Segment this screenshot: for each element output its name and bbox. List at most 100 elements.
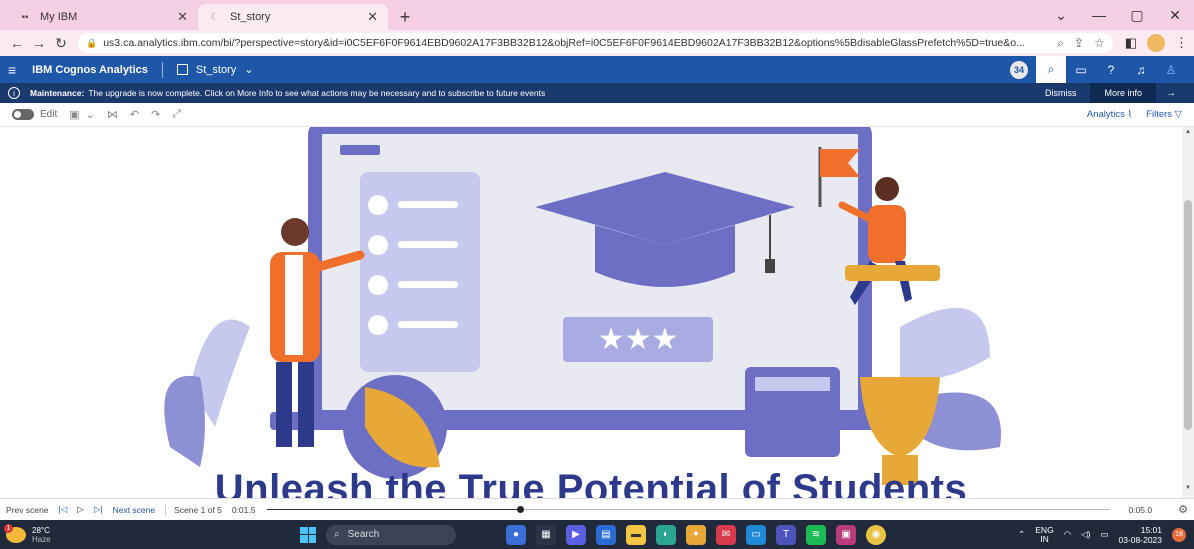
dismiss-button[interactable]: Dismiss: [1031, 88, 1091, 98]
scroll-up-icon[interactable]: ▲: [1184, 129, 1192, 135]
end-time: 0:05.0: [1128, 504, 1153, 515]
weather-widget[interactable]: 28°C Haze: [4, 523, 51, 544]
undo-icon[interactable]: ↶: [130, 108, 139, 121]
teams-icon[interactable]: T: [776, 524, 796, 545]
tab-my-ibm[interactable]: ▪▪ My IBM ✕: [8, 4, 198, 30]
user-badge[interactable]: 34: [1010, 60, 1028, 79]
browser-extensions: ◧ ⋮: [1125, 34, 1188, 52]
list-bullet: [368, 275, 388, 295]
browser-menu-icon[interactable]: ⋮: [1175, 35, 1188, 51]
restore-icon[interactable]: ▢: [1118, 7, 1156, 24]
tab-title: My IBM: [40, 11, 78, 23]
list-line: [398, 241, 458, 248]
search-icon[interactable]: ⌕: [1036, 56, 1066, 83]
filters-button[interactable]: Filters ▽: [1146, 109, 1182, 120]
play-icon[interactable]: ▷: [77, 504, 84, 515]
ibm-icon: ▪▪: [21, 11, 29, 23]
photos-icon[interactable]: ▣: [836, 524, 856, 545]
reload-icon[interactable]: ↻: [50, 35, 72, 52]
arrow-right-icon[interactable]: →: [1156, 88, 1186, 99]
bookmark-star-icon[interactable]: ☆: [1094, 36, 1105, 50]
help-icon[interactable]: ?: [1096, 56, 1126, 83]
stars-icon: ★★★: [598, 322, 679, 357]
battery-icon[interactable]: ▭: [1100, 529, 1108, 540]
back-icon[interactable]: ←: [6, 35, 28, 51]
story-switcher[interactable]: St_story ⌄: [176, 63, 253, 76]
folder-icon[interactable]: ▬: [626, 524, 646, 545]
lock-icon: 🔒: [86, 37, 98, 48]
address-bar-row: ← → ↻ 🔒 us3.ca.analytics.ibm.com/bi/?per…: [0, 30, 1194, 56]
canvas-scrollbar[interactable]: ▲ ▼: [1182, 127, 1194, 498]
prev-scene-button[interactable]: Prev scene: [6, 505, 49, 515]
region-code: IN: [1040, 533, 1049, 544]
task-view-icon[interactable]: ▦: [536, 524, 556, 545]
list-line: [398, 281, 458, 288]
clock-date: 03-08-2023: [1118, 534, 1162, 545]
browser-tab-strip: ▪▪ My IBM ✕ ☾ St_story ✕ + ⌄ — ▢ ✕: [0, 0, 1194, 30]
edge-icon[interactable]: ◐: [656, 524, 676, 545]
chrome-icon[interactable]: ◉: [866, 524, 886, 545]
zoom-icon[interactable]: ⌕: [1057, 36, 1064, 51]
share-icon[interactable]: ⇪: [1074, 36, 1084, 50]
url-field[interactable]: 🔒 us3.ca.analytics.ibm.com/bi/?perspecti…: [78, 33, 1113, 53]
weather-icon: [4, 523, 26, 543]
chevron-up-icon[interactable]: ⌃: [1018, 529, 1025, 540]
chat-icon[interactable]: ▭: [1066, 56, 1096, 83]
url-text: us3.ca.analytics.ibm.com/bi/?perspective…: [103, 37, 1025, 49]
whiteboard-icon[interactable]: ▭: [746, 524, 766, 545]
maintenance-banner: i Maintenance: The upgrade is now comple…: [0, 83, 1194, 103]
video-call-icon[interactable]: ▶: [566, 524, 586, 545]
scroll-thumb[interactable]: [1184, 200, 1192, 430]
settings-gear-icon[interactable]: ⚙: [1178, 503, 1188, 516]
profile-avatar[interactable]: [1147, 34, 1165, 52]
trophy-icon: [860, 377, 940, 457]
more-info-button[interactable]: More info: [1090, 83, 1156, 103]
forward-icon[interactable]: →: [28, 35, 50, 51]
app-icon[interactable]: ●: [506, 524, 526, 545]
clock-time: 15:01: [1140, 524, 1162, 535]
user-profile-icon[interactable]: ♙: [1156, 56, 1186, 83]
redo-icon[interactable]: ↷: [151, 108, 160, 121]
clock[interactable]: 15:01 03-08-2023: [1119, 525, 1162, 545]
tab-st-story[interactable]: ☾ St_story ✕: [198, 4, 388, 30]
windows-start-icon[interactable]: [300, 526, 316, 543]
timeline-handle[interactable]: [517, 506, 525, 513]
volume-icon[interactable]: ◁): [1081, 529, 1090, 540]
sidepanel-icon[interactable]: ◧: [1125, 35, 1137, 51]
scroll-down-icon[interactable]: ▼: [1184, 485, 1192, 491]
edit-toggle[interactable]: [12, 109, 34, 120]
close-tab-icon[interactable]: ✕: [367, 9, 378, 25]
share-icon[interactable]: ⋈: [107, 108, 118, 121]
close-tab-icon[interactable]: ✕: [177, 9, 188, 25]
skip-forward-icon[interactable]: ▷|: [94, 504, 103, 515]
chevron-down-icon[interactable]: ⌄: [1042, 7, 1080, 24]
timeline-slider[interactable]: [267, 506, 1111, 513]
hamburger-menu-icon[interactable]: ≡: [8, 62, 16, 78]
close-window-icon[interactable]: ✕: [1156, 7, 1194, 24]
taskbar-apps: ⌕ Search ● ▦ ▶ ▤ ▬ ◐ ✦ ✉ ▭ T ≋ ▣ ◉: [300, 520, 886, 549]
woman-head: [875, 177, 899, 201]
language-indicator[interactable]: ENG IN: [1035, 525, 1053, 544]
wifi-icon[interactable]: ◠: [1064, 529, 1071, 540]
ledge-shape: [845, 265, 940, 281]
notifications-badge[interactable]: 18: [1172, 527, 1186, 542]
layout-icon[interactable]: ▣: [69, 108, 79, 121]
info-icon: i: [8, 87, 20, 99]
weather-condition: Haze: [32, 534, 51, 544]
expand-icon[interactable]: ⤢: [172, 108, 181, 121]
chrome-canary-icon[interactable]: ✦: [686, 524, 706, 545]
man-leg: [276, 362, 292, 447]
taskbar-search[interactable]: ⌕ Search: [326, 524, 456, 545]
chevron-down-icon[interactable]: ⌄: [86, 108, 95, 121]
mail-icon[interactable]: ✉: [716, 524, 736, 545]
window-dots: [340, 145, 380, 155]
skip-back-icon[interactable]: |◁: [59, 504, 68, 515]
store-icon[interactable]: ▤: [596, 524, 616, 545]
spotify-icon[interactable]: ≋: [806, 524, 826, 545]
leaf-shape: [164, 375, 205, 467]
notifications-bell-icon[interactable]: ♫: [1126, 56, 1156, 83]
analytics-button[interactable]: Analytics ⌇: [1087, 109, 1132, 120]
next-scene-button[interactable]: Next scene: [113, 505, 156, 515]
new-tab-button[interactable]: +: [392, 4, 418, 30]
minimize-icon[interactable]: —: [1080, 7, 1118, 23]
